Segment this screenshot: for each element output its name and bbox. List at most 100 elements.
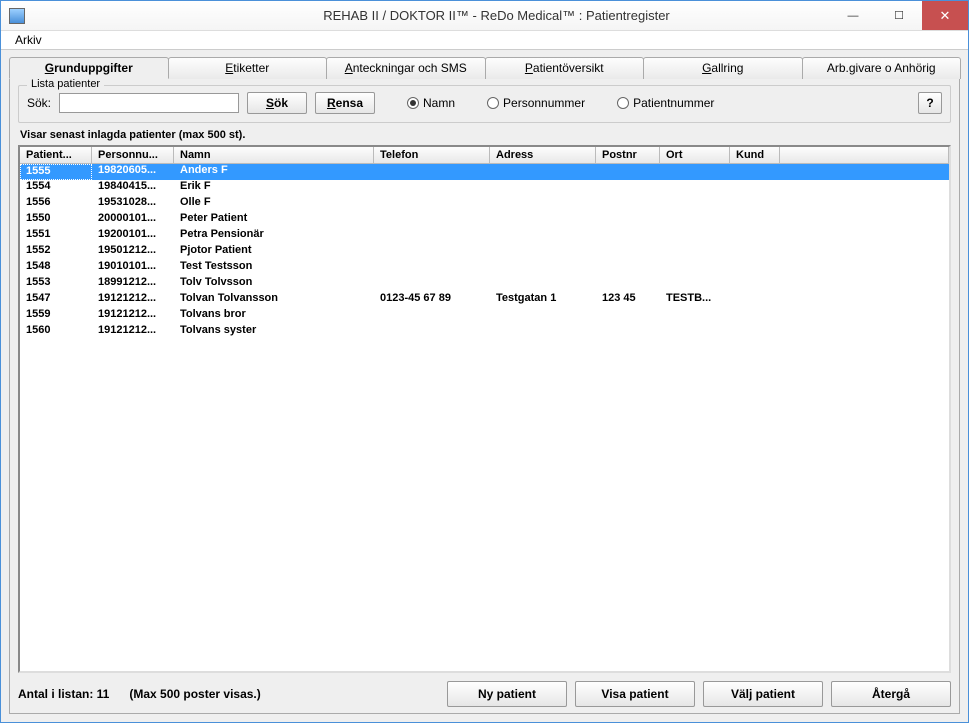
- cell-patient: 1550: [20, 212, 92, 228]
- cell-namn: Pjotor Patient: [174, 244, 374, 260]
- cell-patient: 1551: [20, 228, 92, 244]
- cell-kund: [730, 244, 780, 260]
- cell-postnr: [596, 228, 660, 244]
- cell-patient: 1554: [20, 180, 92, 196]
- col-personnummer[interactable]: Personnu...: [92, 147, 174, 163]
- cell-namn: Tolvans syster: [174, 324, 374, 340]
- new-patient-button[interactable]: Ny patient: [447, 681, 567, 707]
- clear-button[interactable]: Rensa: [315, 92, 375, 114]
- col-telefon[interactable]: Telefon: [374, 147, 490, 163]
- table-row[interactable]: 155519820605...Anders F: [20, 164, 949, 180]
- radio-patientnummer[interactable]: Patientnummer: [617, 96, 714, 110]
- search-input[interactable]: [59, 93, 239, 113]
- cell-tel: [374, 164, 490, 180]
- cell-tel: [374, 324, 490, 340]
- minimize-button[interactable]: —: [830, 1, 876, 30]
- radio-namn[interactable]: Namn: [407, 96, 455, 110]
- cell-postnr: [596, 196, 660, 212]
- cell-kund: [730, 180, 780, 196]
- help-button[interactable]: ?: [918, 92, 942, 114]
- cell-kund: [730, 196, 780, 212]
- close-button[interactable]: ✕: [922, 1, 968, 30]
- cell-adr: [490, 308, 596, 324]
- table-row[interactable]: 154719121212...Tolvan Tolvansson0123-45 …: [20, 292, 949, 308]
- app-icon: [9, 8, 25, 24]
- col-adress[interactable]: Adress: [490, 147, 596, 163]
- col-kund[interactable]: Kund: [730, 147, 780, 163]
- table-row[interactable]: 155619531028...Olle F: [20, 196, 949, 212]
- cell-ort: [660, 164, 730, 180]
- cell-ort: [660, 308, 730, 324]
- cell-postnr: [596, 308, 660, 324]
- radio-personnummer[interactable]: Personnummer: [487, 96, 585, 110]
- search-row: Sök: Sök Rensa Namn: [27, 92, 942, 114]
- cell-person: 19501212...: [92, 244, 174, 260]
- cell-person: 19121212...: [92, 308, 174, 324]
- cell-adr: [490, 244, 596, 260]
- tab-arbgivare[interactable]: Arb.givare o Anhörig: [802, 57, 962, 79]
- col-filler: [780, 147, 949, 163]
- tab-strip: Grunduppgifter Etiketter Anteckningar oc…: [9, 56, 960, 79]
- titlebar: REHAB II / DOKTOR II™ - ReDo Medical™ : …: [1, 1, 968, 31]
- cell-namn: Olle F: [174, 196, 374, 212]
- cell-kund: [730, 292, 780, 308]
- cell-namn: Test Testsson: [174, 260, 374, 276]
- select-patient-button[interactable]: Välj patient: [703, 681, 823, 707]
- table-row[interactable]: 155419840415...Erik F: [20, 180, 949, 196]
- cell-person: 20000101...: [92, 212, 174, 228]
- cell-postnr: [596, 212, 660, 228]
- table-row[interactable]: 155318991212...Tolv Tolvsson: [20, 276, 949, 292]
- cell-kund: [730, 228, 780, 244]
- cell-patient: 1548: [20, 260, 92, 276]
- cell-patient: 1553: [20, 276, 92, 292]
- table-row[interactable]: 155919121212...Tolvans bror: [20, 308, 949, 324]
- cell-tel: [374, 276, 490, 292]
- tab-etiketter[interactable]: Etiketter: [168, 57, 328, 79]
- cell-patient: 1552: [20, 244, 92, 260]
- search-label: Sök:: [27, 96, 51, 110]
- tab-gallring[interactable]: Gallring: [643, 57, 803, 79]
- cell-tel: [374, 244, 490, 260]
- cell-tel: [374, 260, 490, 276]
- app-window: REHAB II / DOKTOR II™ - ReDo Medical™ : …: [0, 0, 969, 723]
- cell-postnr: 123 45: [596, 292, 660, 308]
- maximize-button[interactable]: ☐: [876, 1, 922, 30]
- col-namn[interactable]: Namn: [174, 147, 374, 163]
- cell-ort: [660, 212, 730, 228]
- cell-postnr: [596, 164, 660, 180]
- back-button[interactable]: Återgå: [831, 681, 951, 707]
- footer-row: Antal i listan: 11 (Max 500 poster visas…: [18, 681, 951, 707]
- cell-adr: [490, 164, 596, 180]
- cell-adr: [490, 180, 596, 196]
- cell-postnr: [596, 180, 660, 196]
- cell-ort: [660, 260, 730, 276]
- cell-person: 19820605...: [92, 164, 174, 180]
- cell-namn: Anders F: [174, 164, 374, 180]
- table-row[interactable]: 155219501212...Pjotor Patient: [20, 244, 949, 260]
- cell-person: 18991212...: [92, 276, 174, 292]
- search-mode-radios: Namn Personnummer Patientnummer: [407, 96, 714, 110]
- col-postnr[interactable]: Postnr: [596, 147, 660, 163]
- cell-person: 19840415...: [92, 180, 174, 196]
- show-patient-button[interactable]: Visa patient: [575, 681, 695, 707]
- grid-body[interactable]: 155519820605...Anders F155419840415...Er…: [20, 164, 949, 671]
- cell-ort: [660, 244, 730, 260]
- cell-tel: [374, 228, 490, 244]
- table-row[interactable]: 155020000101...Peter Patient: [20, 212, 949, 228]
- table-row[interactable]: 156019121212...Tolvans syster: [20, 324, 949, 340]
- cell-ort: TESTB...: [660, 292, 730, 308]
- col-patient[interactable]: Patient...: [20, 147, 92, 163]
- window-title: REHAB II / DOKTOR II™ - ReDo Medical™ : …: [25, 8, 968, 23]
- cell-namn: Peter Patient: [174, 212, 374, 228]
- col-ort[interactable]: Ort: [660, 147, 730, 163]
- status-line: Visar senast inlagda patienter (max 500 …: [20, 129, 951, 141]
- search-button[interactable]: Sök: [247, 92, 307, 114]
- cell-ort: [660, 180, 730, 196]
- tab-anteckningar[interactable]: Anteckningar och SMS: [326, 57, 486, 79]
- tab-patientoversikt[interactable]: Patientöversikt: [485, 57, 645, 79]
- table-row[interactable]: 155119200101...Petra Pensionär: [20, 228, 949, 244]
- menu-arkiv[interactable]: Arkiv: [7, 31, 50, 49]
- cell-ort: [660, 324, 730, 340]
- table-row[interactable]: 154819010101...Test Testsson: [20, 260, 949, 276]
- tab-grunduppgifter[interactable]: Grunduppgifter: [9, 57, 169, 79]
